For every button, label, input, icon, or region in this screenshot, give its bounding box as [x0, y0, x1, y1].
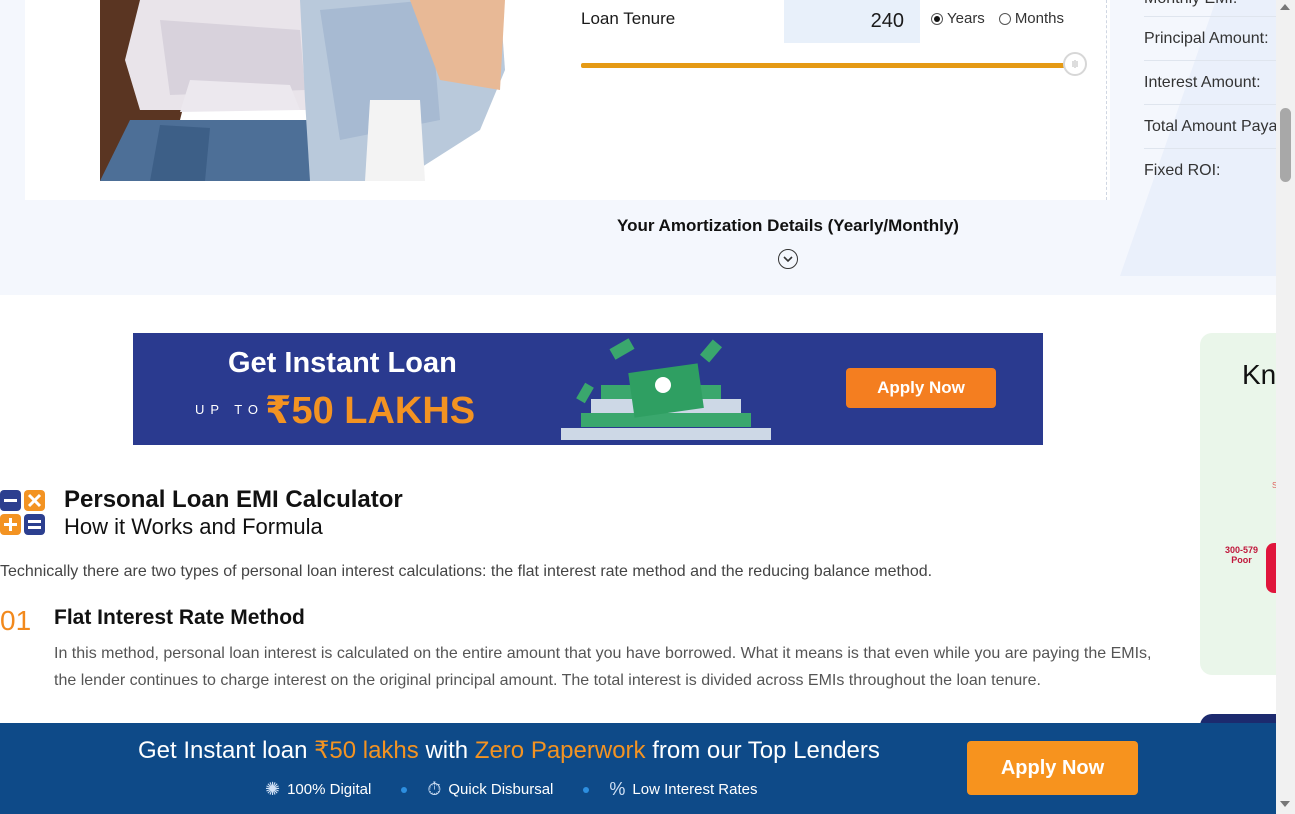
months-radio[interactable]: Months [998, 10, 1065, 27]
score-range: 300-579 [1225, 545, 1259, 555]
gear-icon: ✺ [265, 779, 281, 799]
loan-tenure-control: Loan Tenure Years Months [581, 0, 1101, 90]
page-scrollbar[interactable] [1276, 0, 1295, 814]
months-label: Months [1014, 10, 1065, 27]
sticky-features: ✺ 100% Digital ⏱ Quick Disbursal % Low I… [265, 779, 757, 800]
amortization-title[interactable]: Your Amortization Details (Yearly/Monthl… [617, 216, 959, 236]
method-body: In this method, personal loan interest i… [54, 645, 1152, 689]
tenure-unit-radio-group: Years Months [931, 10, 1064, 27]
tenure-slider-track[interactable] [581, 63, 1076, 68]
sticky-loan-bar: Get Instant loan ₹50 lakhs with Zero Pap… [0, 723, 1276, 814]
sticky-text-e: from our Top Lenders [645, 737, 880, 764]
scrollbar-thumb[interactable] [1280, 108, 1291, 182]
method-title: Flat Interest Rate Method [54, 606, 305, 629]
summary-divider [1106, 0, 1107, 200]
stopwatch-icon: ⏱ [427, 779, 442, 799]
feature-separator [583, 786, 590, 793]
money-stack-icon [561, 338, 771, 440]
scroll-up-arrow-icon[interactable] [1280, 4, 1290, 10]
sticky-bar-headline: Get Instant loan ₹50 lakhs with Zero Pap… [138, 736, 880, 765]
summary-interest-amount: Interest Amount: [1144, 61, 1284, 105]
sticky-apply-now-button[interactable]: Apply Now [967, 741, 1138, 795]
banner-headline: Get Instant Loan [228, 347, 457, 379]
percent-icon: % [609, 779, 626, 799]
sticky-text-c: with [418, 737, 475, 764]
summary-total-amount: Total Amount Payable: [1144, 105, 1284, 149]
feature-disbursal-label: Quick Disbursal [448, 781, 554, 798]
summary-principal-amount: Principal Amount: [1144, 17, 1284, 61]
years-radio[interactable]: Years [931, 10, 985, 27]
score-range-label: 300-579 Poor [1225, 545, 1258, 565]
months-radio-button[interactable] [998, 12, 1011, 25]
feature-digital-label: 100% Digital [287, 781, 372, 798]
summary-fixed-roi: Fixed ROI: [1144, 161, 1221, 179]
scroll-down-arrow-icon[interactable] [1280, 801, 1290, 807]
tenure-slider-handle[interactable] [1063, 52, 1087, 76]
chevron-down-icon[interactable] [778, 249, 798, 269]
feature-digital: ✺ 100% Digital [265, 779, 371, 800]
feature-separator [401, 786, 408, 793]
couple-photo [100, 0, 505, 181]
article-intro: Technically there are two types of perso… [0, 563, 933, 580]
calculator-icon [0, 490, 45, 535]
years-radio-button[interactable] [931, 12, 943, 25]
article-subtitle: How it Works and Formula [64, 514, 323, 539]
sticky-text-paperwork: Zero Paperwork [474, 737, 646, 764]
article-title: Personal Loan EMI Calculator [64, 486, 403, 513]
score-gauge-segment [1266, 543, 1276, 593]
emi-summary: Monthly EMI: Principal Amount: Interest … [1144, 0, 1284, 192]
credit-card-heading: Kn [1242, 359, 1276, 390]
banner-apply-now-button[interactable]: Apply Now [846, 368, 996, 408]
credit-score-card[interactable]: Kn S 300-579 Poor [1200, 333, 1276, 675]
banner-upto: UP TO [195, 402, 265, 417]
banner-amount: ₹50 LAKHS [265, 390, 476, 432]
years-label: Years [947, 10, 985, 27]
slider-grip-icon [1072, 60, 1078, 68]
feature-rates: % Low Interest Rates [609, 779, 757, 800]
feature-rates-label: Low Interest Rates [632, 781, 758, 798]
instant-loan-banner[interactable]: Get Instant Loan UP TO ₹50 LAKHS Apply N… [133, 333, 1043, 445]
summary-monthly-emi: Monthly EMI: [1144, 0, 1284, 17]
score-label: Poor [1231, 555, 1252, 565]
method-number: 01 [0, 605, 32, 636]
feature-disbursal: ⏱ Quick Disbursal [427, 779, 553, 800]
loan-tenure-label: Loan Tenure [581, 9, 676, 28]
sticky-text-amount: ₹50 lakhs [314, 737, 419, 764]
sticky-text-a: Get Instant loan [138, 737, 315, 764]
loan-tenure-input[interactable] [784, 0, 920, 43]
